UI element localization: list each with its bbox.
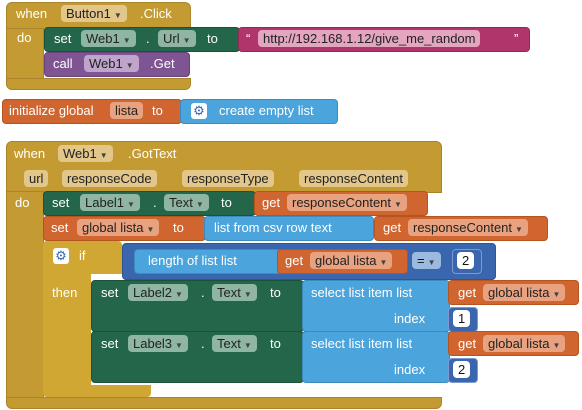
set-keyword: set [101, 336, 119, 351]
chevron-down-icon: ▼ [182, 36, 191, 45]
chevron-down-icon: ▼ [99, 151, 108, 160]
do-keyword: do [17, 30, 32, 45]
to-keyword: to [152, 103, 163, 118]
set-keyword: set [52, 195, 70, 210]
to-keyword: to [173, 220, 184, 235]
event-name: .Click [140, 6, 172, 21]
chevron-down-icon: ▼ [122, 36, 131, 45]
property-dropdown-text-3[interactable]: Text ▼ [212, 335, 257, 352]
to-keyword: to [207, 31, 218, 46]
chevron-down-icon: ▼ [113, 11, 122, 20]
set-keyword: set [101, 285, 119, 300]
operator-dropdown-equals[interactable]: = ▼ [412, 252, 441, 269]
get-keyword: get [458, 285, 477, 300]
chevron-down-icon: ▼ [146, 225, 155, 234]
property-dropdown-text[interactable]: Text ▼ [164, 194, 209, 211]
event-name: .GotText [128, 146, 177, 161]
dot-separator: . [146, 31, 150, 46]
param-responsecode[interactable]: responseCode [62, 170, 157, 187]
get-keyword: get [458, 336, 477, 351]
event-block-gottext-bottom [6, 397, 442, 409]
set-keyword: set [54, 31, 72, 46]
get-keyword: get [285, 253, 304, 268]
chevron-down-icon: ▼ [127, 200, 135, 209]
call-method: .Get [150, 56, 175, 71]
component-dropdown-label2[interactable]: Label2 ▼ [128, 284, 188, 301]
get-keyword: get [383, 220, 402, 235]
param-responsecontent[interactable]: responseContent [299, 170, 409, 187]
chevron-down-icon: ▼ [243, 341, 252, 350]
property-dropdown-url[interactable]: Url ▼ [158, 30, 196, 47]
mutator-gear-icon[interactable]: ⚙ [191, 103, 207, 119]
if-mutator-gear-icon[interactable]: ⚙ [53, 248, 69, 264]
url-text-field[interactable]: http://192.168.1.12/give_me_random [258, 30, 481, 47]
then-keyword: then [52, 285, 78, 300]
component-dropdown-web1-call[interactable]: Web1 ▼ [84, 55, 139, 72]
list-from-csv-label: list from csv row text [214, 220, 332, 235]
variable-dropdown-global-lista[interactable]: global lista ▼ [77, 219, 160, 236]
do-keyword: do [15, 195, 30, 210]
number-field-1[interactable]: 1 [453, 310, 471, 327]
select-list-item-label: select list item list [311, 336, 413, 351]
variable-dropdown-responsecontent[interactable]: responseContent ▼ [287, 194, 407, 211]
component-dropdown-web1-event[interactable]: Web1 ▼ [58, 145, 113, 162]
chevron-down-icon: ▼ [394, 200, 402, 209]
number-field-2b[interactable]: 2 [453, 361, 471, 378]
to-keyword: to [221, 195, 232, 210]
component-dropdown-label3[interactable]: Label3 ▼ [128, 335, 188, 352]
chevron-down-icon: ▼ [125, 61, 134, 70]
chevron-down-icon: ▼ [243, 290, 252, 299]
to-keyword: to [270, 336, 281, 351]
event-block-gottext-body-left [6, 191, 44, 399]
param-responsetype[interactable]: responseType [182, 170, 274, 187]
get-keyword: get [262, 195, 281, 210]
chevron-down-icon: ▼ [427, 258, 436, 267]
quote-close: ” [514, 31, 519, 46]
chevron-down-icon: ▼ [175, 290, 183, 299]
chevron-down-icon: ▼ [379, 258, 388, 267]
variable-dropdown-global-lista-2[interactable]: global lista ▼ [310, 252, 393, 269]
component-dropdown-label1[interactable]: Label1 ▼ [80, 194, 140, 211]
index-label: index [394, 311, 426, 326]
call-keyword: call [53, 56, 73, 71]
component-dropdown-button1[interactable]: Button1 ▼ [61, 5, 127, 22]
dot-separator: . [153, 195, 157, 210]
when-keyword: when [14, 146, 46, 161]
if-keyword: if [79, 248, 86, 263]
event-block-button1-bottom [6, 78, 191, 90]
property-dropdown-text-2[interactable]: Text ▼ [212, 284, 257, 301]
variable-dropdown-global-lista-4[interactable]: global lista ▼ [483, 335, 566, 352]
if-then-block-bottom [43, 385, 151, 397]
variable-dropdown-responsecontent-2[interactable]: responseContent ▼ [408, 219, 528, 236]
chevron-down-icon: ▼ [195, 200, 204, 209]
index-label: index [394, 362, 426, 377]
number-field-2[interactable]: 2 [457, 252, 475, 269]
dot-separator: . [201, 285, 205, 300]
to-keyword: to [270, 285, 281, 300]
quote-open: “ [246, 31, 251, 46]
component-dropdown-web1[interactable]: Web1 ▼ [81, 30, 136, 47]
when-keyword: when [16, 6, 48, 21]
create-empty-list-label: create empty list [219, 103, 314, 118]
length-of-list-label: length of list list [148, 253, 237, 268]
select-list-item-label: select list item list [311, 285, 413, 300]
chevron-down-icon: ▼ [515, 225, 523, 234]
param-url[interactable]: url [24, 170, 49, 187]
dot-separator: . [201, 336, 205, 351]
global-name-field-lista[interactable]: lista [110, 102, 144, 119]
initialize-global-label: initialize global [9, 103, 94, 118]
variable-dropdown-global-lista-3[interactable]: global lista ▼ [483, 284, 566, 301]
chevron-down-icon: ▼ [552, 290, 561, 299]
chevron-down-icon: ▼ [175, 341, 183, 350]
chevron-down-icon: ▼ [552, 341, 561, 350]
set-keyword: set [51, 220, 69, 235]
